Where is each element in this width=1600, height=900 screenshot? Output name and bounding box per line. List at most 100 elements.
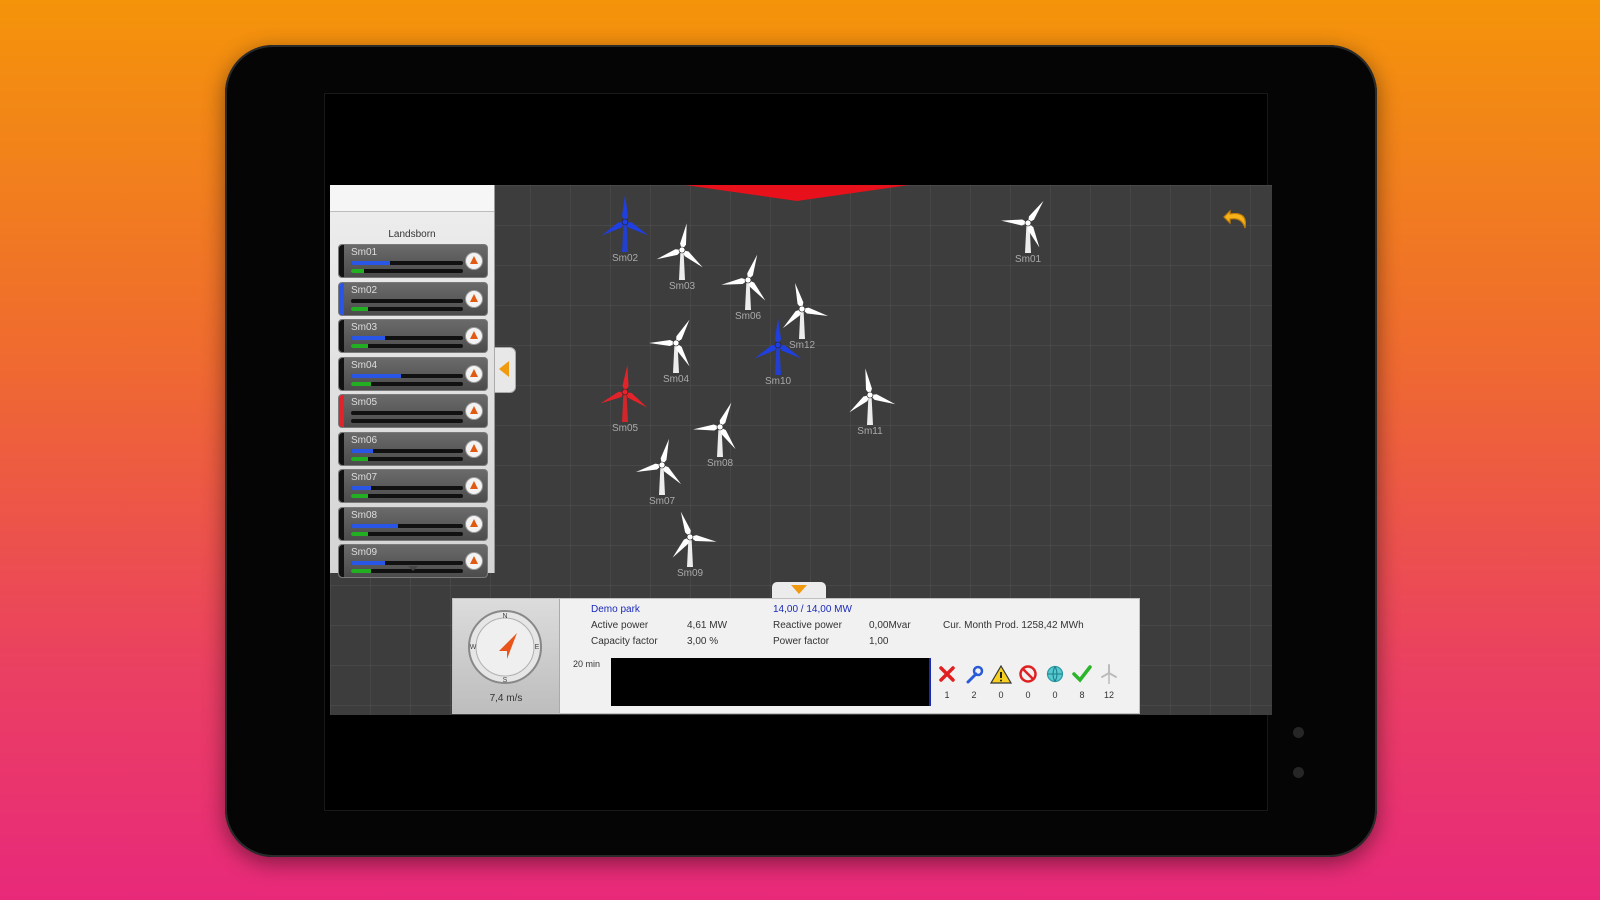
power-bar (351, 336, 463, 340)
status-count: 12 (1103, 690, 1114, 700)
power-graph (611, 658, 931, 706)
status-count: 0 (998, 690, 1004, 700)
status-grid[interactable]: 0 (1043, 663, 1067, 700)
status-total[interactable]: 12 (1097, 663, 1121, 700)
error-x-icon (939, 666, 955, 682)
check-icon (1072, 665, 1092, 683)
turbine-list-label: Sm02 (351, 284, 378, 296)
power-bar (351, 486, 463, 490)
alarm-button[interactable] (465, 364, 483, 383)
power-bar (351, 561, 463, 565)
capacity-factor-value: 3,00 % (687, 636, 719, 647)
status-stripe (339, 432, 344, 465)
alarm-button[interactable] (465, 552, 483, 570)
turbine-list-item[interactable]: Sm08 (338, 506, 488, 541)
turbine-list-item[interactable]: Sm05 (338, 394, 488, 428)
power-bar (351, 523, 463, 528)
turbine-icon (849, 368, 896, 425)
hardware-button[interactable] (1293, 727, 1304, 738)
status-count: 2 (971, 690, 977, 700)
wind-park-map: Landsborn Sm01 Sm02 Sm03 Sm04 Sm05 Sm06 Sm07 Sm… (330, 185, 1272, 715)
status-count: 8 (1079, 690, 1085, 700)
turbine-sm09[interactable]: Sm09 (650, 505, 730, 595)
alarm-button[interactable] (465, 514, 483, 533)
turbine-icon (1001, 200, 1044, 253)
turbine-list: Sm01 Sm02 Sm03 Sm04 Sm05 Sm06 Sm07 Sm08 Sm09 (338, 244, 488, 582)
chevron-left-icon[interactable] (494, 347, 516, 393)
alarm-button[interactable] (465, 439, 483, 458)
park-capacity: 14,00 / 14,00 MW (773, 604, 852, 615)
park-name[interactable]: Demo park (591, 604, 640, 615)
turbine-list-panel: Landsborn Sm01 Sm02 Sm03 Sm04 Sm05 Sm06 Sm07 Sm… (330, 185, 495, 578)
alarm-button[interactable] (465, 252, 483, 270)
status-stripe (339, 507, 344, 540)
reactive-power-label: Reactive power (773, 620, 842, 631)
turbine-sm11[interactable]: Sm11 (830, 363, 910, 453)
globe-icon (1046, 665, 1064, 683)
graph-timespan: 20 min (573, 659, 601, 669)
chevron-down-icon[interactable] (772, 582, 826, 598)
turbine-icon (1101, 664, 1117, 684)
wind-bar (351, 531, 463, 536)
wind-bar (351, 344, 463, 348)
status-maintenance[interactable]: 2 (962, 663, 986, 700)
alarm-button[interactable] (465, 289, 483, 308)
turbine-icon (600, 365, 648, 422)
wind-speed: 7,4 m/s (489, 693, 523, 704)
compass-w: W (470, 644, 477, 651)
power-bar (351, 261, 463, 265)
turbine-list-item[interactable]: Sm06 (338, 431, 488, 466)
turbine-label: Sm10 (764, 376, 792, 387)
turbine-list-label: Sm08 (351, 509, 378, 521)
turbine-list-item[interactable]: Sm09 (338, 544, 488, 578)
turbine-sm10[interactable]: Sm10 (738, 313, 818, 403)
status-stopped[interactable]: 0 (1016, 663, 1040, 700)
turbine-list-item[interactable]: Sm04 (338, 356, 488, 391)
turbine-list-label: Sm07 (351, 472, 378, 483)
wind-bar (351, 569, 463, 573)
turbine-list-item[interactable]: Sm03 (338, 319, 488, 353)
turbine-list-item[interactable]: Sm02 (338, 281, 488, 316)
status-error[interactable]: 1 (935, 663, 959, 700)
compass-n: N (502, 613, 507, 620)
alarm-button[interactable] (465, 327, 483, 345)
status-count: 1 (944, 690, 950, 700)
power-bar (351, 448, 463, 453)
status-stripe (339, 545, 344, 577)
reactive-power-value: 0,00Mvar (869, 620, 911, 631)
power-factor-value: 1,00 (869, 636, 889, 647)
turbine-icon (672, 511, 717, 567)
turbine-list-label: Sm03 (351, 322, 378, 333)
month-production: Cur. Month Prod. 1258,42 MWh (943, 620, 1084, 631)
turbine-label: Sm01 (1014, 254, 1042, 265)
active-power-value: 4,61 MW (687, 620, 728, 631)
alarm-button[interactable] (465, 402, 483, 420)
status-count: 0 (1025, 690, 1031, 700)
turbine-sm01[interactable]: Sm01 (988, 191, 1068, 281)
turbine-icon (635, 438, 682, 495)
turbine-list-item[interactable]: Sm07 (338, 469, 488, 503)
turbine-label: Sm11 (857, 426, 883, 437)
compass-e: E (535, 644, 540, 651)
turbine-list-label: Sm01 (351, 247, 378, 258)
park-info-panel: N E S W 7,4 m/s Demo park 14,00 / 14,00 … (452, 598, 1140, 714)
power-bar (351, 411, 463, 415)
undo-arrow-icon[interactable] (1220, 201, 1254, 235)
power-factor-label: Power factor (773, 636, 830, 647)
capacity-factor-label: Capacity factor (591, 636, 658, 647)
chevron-down-icon[interactable] (408, 566, 418, 571)
turbine-list-label: Sm05 (351, 397, 378, 408)
status-stripe (339, 395, 344, 427)
turbine-list-item[interactable]: Sm01 (338, 244, 488, 278)
status-ok[interactable]: 8 (1070, 663, 1094, 700)
turbine-list-label: Sm06 (351, 434, 378, 446)
status-warning[interactable]: 0 (989, 663, 1013, 700)
top-pull-tab[interactable] (685, 185, 909, 201)
turbine-label: Sm09 (676, 568, 704, 579)
compass-s: S (503, 677, 508, 684)
hardware-button[interactable] (1293, 767, 1304, 778)
status-count: 0 (1052, 690, 1058, 700)
status-stripe (339, 320, 344, 352)
power-bar (351, 373, 463, 378)
alarm-button[interactable] (465, 477, 483, 495)
